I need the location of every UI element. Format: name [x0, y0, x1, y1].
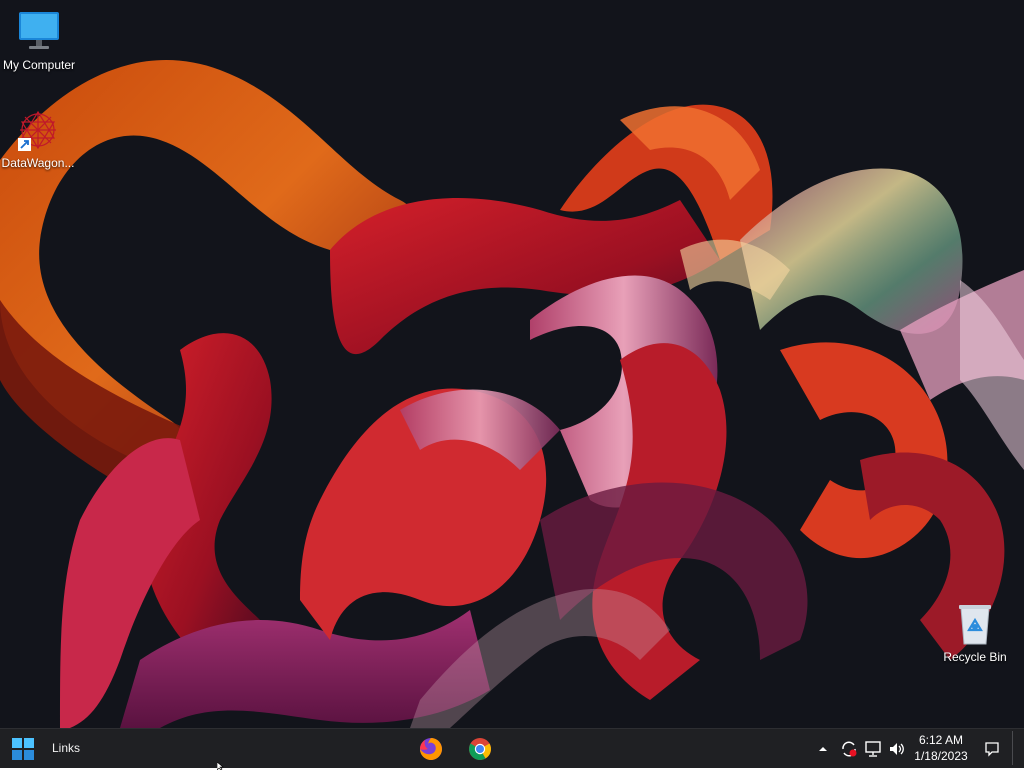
desktop-icon-label: Recycle Bin: [943, 650, 1007, 664]
clock-time: 6:12 AM: [918, 733, 964, 747]
desktop-icon-my-computer[interactable]: My Computer: [1, 10, 77, 72]
show-desktop-button[interactable]: [1012, 731, 1021, 765]
network-icon: [865, 741, 881, 757]
notification-icon: [985, 742, 999, 757]
sync-status-button[interactable]: [838, 739, 860, 759]
taskbar-app-chrome[interactable]: [464, 733, 496, 765]
links-toolbar[interactable]: Links: [52, 741, 80, 755]
start-button[interactable]: [8, 735, 38, 763]
clock[interactable]: 6:12 AM 1/18/2023: [906, 732, 976, 764]
desktop-icon-label: My Computer: [2, 58, 76, 72]
volume-icon: [890, 743, 904, 755]
datawagon-app-icon: [16, 108, 60, 152]
chevron-up-icon: [819, 747, 827, 751]
taskbar-app-firefox[interactable]: [415, 733, 447, 765]
clock-date: 1/18/2023: [914, 749, 968, 763]
monitor-icon: [17, 10, 61, 54]
sync-icon: [842, 741, 857, 757]
recycle-bin-icon: [953, 602, 997, 646]
chrome-icon: [469, 738, 491, 760]
wallpaper: [0, 0, 1024, 728]
mouse-cursor-icon: [217, 762, 224, 770]
network-button[interactable]: [862, 739, 884, 759]
notification-center-button[interactable]: [982, 739, 1002, 759]
show-hidden-icons-button[interactable]: [816, 739, 830, 759]
volume-button[interactable]: [886, 739, 908, 759]
taskbar: Links 6:12 AM 1/18/2023: [0, 728, 1024, 768]
windows-logo-icon: [12, 738, 34, 760]
desktop: My Computer DataWagon... Recycle Bin: [0, 0, 1024, 728]
desktop-icon-recycle-bin[interactable]: Recycle Bin: [937, 602, 1013, 664]
desktop-icon-label: DataWagon...: [1, 156, 75, 170]
firefox-icon: [420, 738, 442, 760]
desktop-icon-datawagon[interactable]: DataWagon...: [0, 108, 76, 170]
